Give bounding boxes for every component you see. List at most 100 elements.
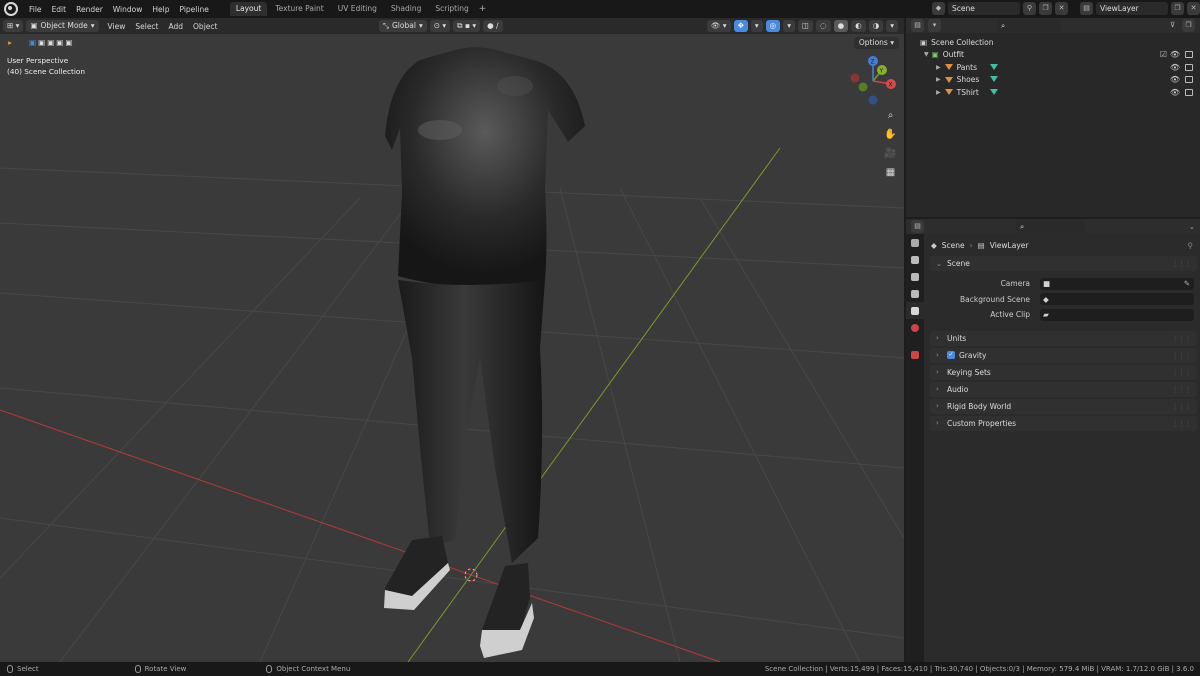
mesh-data-icon[interactable] [990,88,998,97]
grip-icon[interactable]: ⋮⋮⋮ [1172,259,1192,268]
tab-uv-editing[interactable]: UV Editing [332,2,383,16]
zoom-icon[interactable]: ⌕ [882,107,899,124]
snap-button[interactable]: ⧉ ▪ ▾ [453,20,481,32]
tab-shading[interactable]: Shading [385,2,427,16]
select-new-icon[interactable]: ▣ [29,37,36,49]
panel-custom-properties[interactable]: › Custom Properties ⋮⋮⋮ [930,415,1197,431]
background-scene-field[interactable]: ◆ [1040,293,1194,306]
expand-arrow-icon[interactable]: ▼ [924,51,929,58]
chevron-down-icon[interactable]: ⌄ [1189,222,1195,231]
menu-window[interactable]: Window [108,5,148,14]
menu-object[interactable]: Object [188,22,222,31]
gizmo-toggle[interactable]: ✥ [733,20,748,32]
xray-toggle[interactable]: ◫ [797,20,814,32]
gravity-checkbox[interactable]: ✓ [947,351,955,359]
orientation-dropdown[interactable]: ⤡ Global ▾ [379,20,427,32]
menu-help[interactable]: Help [147,5,174,14]
outliner-search-input[interactable]: ⌕ [997,19,1061,32]
tab-layout[interactable]: Layout [229,2,268,16]
viewlayer-tab-icon[interactable] [906,285,924,302]
tree-item-scene-collection[interactable]: ▣ Scene Collection [906,36,1200,49]
grip-icon[interactable]: ⋮⋮⋮ [1172,385,1192,394]
expand-arrow-icon[interactable]: ▶ [936,64,941,71]
shading-rendered[interactable]: ◑ [868,20,884,32]
tool-tab-icon[interactable] [906,234,924,251]
blender-logo-icon[interactable] [4,2,18,16]
shading-solid[interactable]: ● [833,20,849,32]
eyedropper-icon[interactable]: ✎ [1184,279,1190,288]
camera-view-icon[interactable]: 🎥 [882,145,899,162]
shading-dropdown[interactable]: ▾ [886,20,898,32]
viewlayer-field[interactable]: ViewLayer [1096,2,1168,15]
select-invert-icon[interactable]: ▣ [56,37,63,49]
shading-wireframe[interactable]: ◌ [816,20,831,32]
3d-viewport[interactable]: X Y Z ⊞ ▾ ▣ Object Mode ▾ View Select Ad… [0,18,904,662]
mode-dropdown[interactable]: ▣ Object Mode ▾ [26,20,99,32]
pin-icon[interactable]: ⚲ [1023,2,1036,15]
selection-mode-group[interactable]: ▣ ▣ ▣ ▣ ▣ [25,36,77,49]
panel-scene-header[interactable]: ⌄ Scene ⋮⋮⋮ [930,256,1197,271]
eye-icon[interactable]: 👁 [1170,75,1180,84]
new-scene-icon[interactable]: ❐ [1039,2,1052,15]
shading-material[interactable]: ◐ [851,20,866,32]
properties-search-input[interactable]: ⌕ [1016,220,1086,233]
grip-icon[interactable]: ⋮⋮⋮ [1172,334,1192,343]
expand-arrow-icon[interactable]: ▶ [936,76,941,83]
mesh-data-icon[interactable] [990,63,998,72]
new-viewlayer-icon[interactable]: ❐ [1171,2,1184,15]
proportional-editing-button[interactable]: ● ∕ [483,20,503,32]
new-collection-icon[interactable]: ❐ [1182,19,1195,32]
tab-texture-paint[interactable]: Texture Paint [269,2,329,16]
output-tab-icon[interactable] [906,268,924,285]
filter-icon[interactable]: ⊽ [1166,19,1179,32]
tool-select-icon[interactable]: ▸ [3,36,17,49]
menu-view[interactable]: View [103,22,131,31]
viewlayer-icon[interactable]: ▤ [1080,2,1093,15]
select-subtract-icon[interactable]: ▣ [47,37,54,49]
tree-item-tshirt[interactable]: ▶ TShirt 👁 [906,86,1200,99]
tree-item-pants[interactable]: ▶ Pants 👁 [906,61,1200,74]
panel-keying-sets[interactable]: › Keying Sets ⋮⋮⋮ [930,364,1197,380]
menu-render[interactable]: Render [71,5,108,14]
add-workspace-button[interactable]: + [475,4,491,14]
camera-field[interactable]: ■ ✎ [1040,277,1194,290]
render-tab-icon[interactable] [906,251,924,268]
mesh-data-icon[interactable] [990,75,998,84]
menu-file[interactable]: File [24,5,47,14]
grip-icon[interactable]: ⋮⋮⋮ [1172,419,1192,428]
delete-viewlayer-icon[interactable]: ✕ [1187,2,1200,15]
pin-icon[interactable]: ⚲ [1188,241,1194,250]
overlay-dropdown[interactable]: ▾ [783,20,795,32]
scene-tab-icon[interactable] [906,302,924,319]
expand-arrow-icon[interactable]: ▶ [936,89,941,96]
eye-icon[interactable]: 👁 [1170,63,1180,72]
world-tab-icon[interactable] [906,319,924,336]
panel-units[interactable]: › Units ⋮⋮⋮ [930,330,1197,346]
grip-icon[interactable]: ⋮⋮⋮ [1172,368,1192,377]
grip-icon[interactable]: ⋮⋮⋮ [1172,351,1192,360]
eye-icon[interactable]: 👁 [1170,88,1180,97]
select-extend-icon[interactable]: ▣ [38,37,45,49]
overlay-toggle[interactable]: ◎ [765,20,781,32]
menu-select[interactable]: Select [130,22,163,31]
outliner-editor-type-button[interactable]: ▤ [911,19,924,32]
render-icon[interactable] [1185,76,1193,84]
grip-icon[interactable]: ⋮⋮⋮ [1172,402,1192,411]
pan-hand-icon[interactable]: ✋ [882,126,899,143]
tab-scripting[interactable]: Scripting [429,2,474,16]
panel-rigid-body-world[interactable]: › Rigid Body World ⋮⋮⋮ [930,398,1197,414]
tree-item-shoes[interactable]: ▶ Shoes 👁 [906,74,1200,87]
panel-gravity[interactable]: › ✓ Gravity ⋮⋮⋮ [930,347,1197,363]
render-icon[interactable] [1185,51,1193,59]
properties-editor-type-button[interactable]: ▤ [911,220,924,233]
panel-audio[interactable]: › Audio ⋮⋮⋮ [930,381,1197,397]
texture-tab-icon[interactable] [906,346,924,363]
options-button[interactable]: Options ▾ [853,37,899,49]
eye-icon[interactable]: 👁 [1170,50,1180,59]
tree-item-outfit[interactable]: ▼ ▣ Outfit ☑ 👁 [906,49,1200,62]
visibility-button[interactable]: 👁 ▾ [706,20,731,32]
menu-pipeline[interactable]: Pipeline [174,5,213,14]
render-icon[interactable] [1185,88,1193,96]
menu-edit[interactable]: Edit [47,5,72,14]
select-intersect-icon[interactable]: ▣ [65,37,72,49]
